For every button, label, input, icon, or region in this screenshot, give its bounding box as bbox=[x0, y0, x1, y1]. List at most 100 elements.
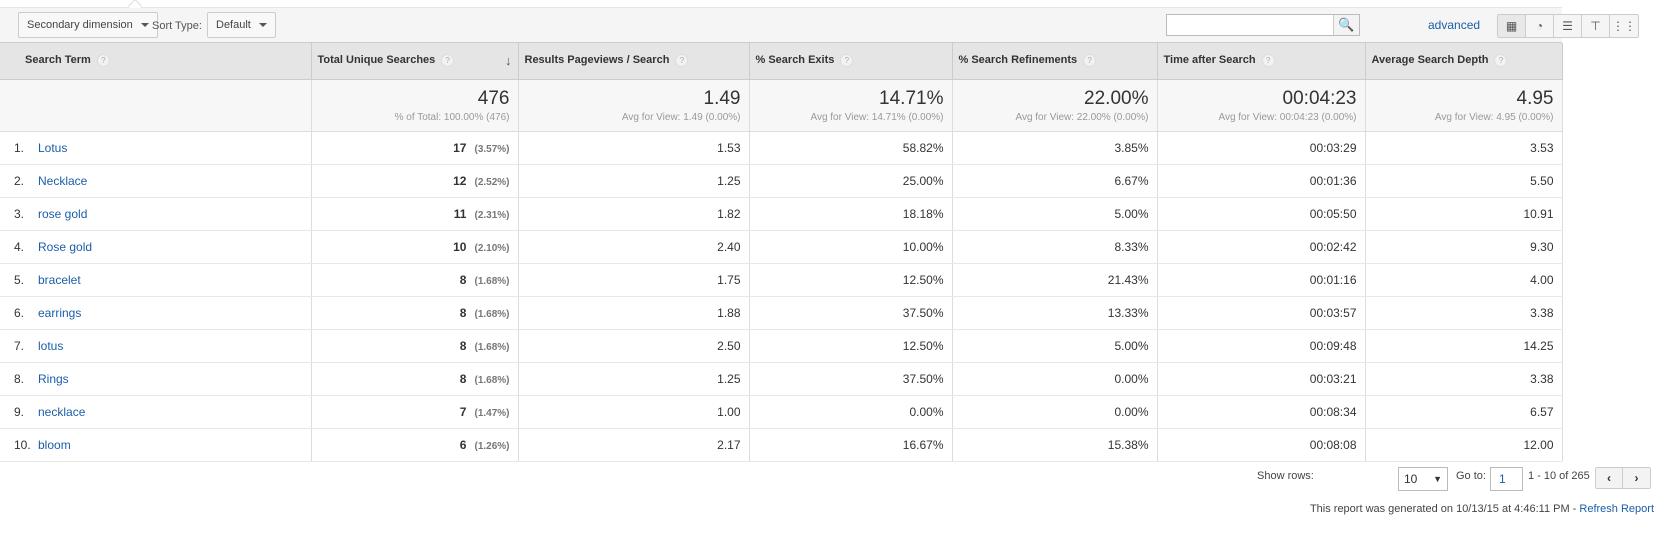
advanced-filter-link[interactable]: advanced bbox=[1428, 18, 1480, 32]
time-after-search-cell: 00:03:57 bbox=[1157, 296, 1365, 329]
search-refinements-cell: 5.00% bbox=[952, 197, 1157, 230]
refresh-report-link[interactable]: Refresh Report bbox=[1579, 503, 1654, 515]
table-row: 2.Necklace 12(2.52%) 1.25 25.00% 6.67% 0… bbox=[0, 164, 1562, 197]
help-icon[interactable]: ? bbox=[97, 54, 110, 67]
row-number: 2. bbox=[14, 174, 38, 188]
totals-cell: 476% of Total: 100.00% (476) bbox=[311, 79, 518, 131]
column-header[interactable]: Search Term? bbox=[0, 43, 311, 79]
results-pageviews-cell: 1.75 bbox=[518, 263, 749, 296]
search-exits-cell: 12.50% bbox=[749, 329, 952, 362]
comparison-view-icon[interactable]: ⊤ bbox=[1582, 15, 1610, 37]
unique-searches-percent: (1.68%) bbox=[474, 276, 509, 287]
row-number: 10. bbox=[14, 438, 38, 452]
search-term-link[interactable]: bracelet bbox=[38, 273, 81, 287]
column-header-label: Results Pageviews / Search bbox=[525, 54, 670, 66]
help-icon[interactable]: ? bbox=[441, 54, 454, 67]
unique-searches-cell: 17(3.57%) bbox=[311, 131, 518, 164]
table-row: 6.earrings 8(1.68%) 1.88 37.50% 13.33% 0… bbox=[0, 296, 1562, 329]
report-generated-text: This report was generated on 10/13/15 at… bbox=[1310, 503, 1654, 515]
unique-searches-value: 8 bbox=[460, 372, 467, 386]
total-subtext: % of Total: 100.00% (476) bbox=[320, 112, 510, 123]
search-term-link[interactable]: Rings bbox=[38, 372, 69, 386]
total-value: 00:04:23 bbox=[1166, 88, 1357, 110]
unique-searches-cell: 8 (1.68%) bbox=[311, 362, 518, 395]
search-depth-cell: 14.25 bbox=[1365, 329, 1562, 362]
unique-searches-cell: 8 (1.68%) bbox=[311, 263, 518, 296]
search-term-cell: 3.rose gold bbox=[0, 197, 311, 230]
search-term-cell: 1.Lotus bbox=[0, 131, 311, 164]
search-button[interactable]: 🔍 bbox=[1333, 15, 1359, 35]
help-icon[interactable]: ? bbox=[1262, 54, 1275, 67]
table-view-icon[interactable]: ▦ bbox=[1498, 15, 1526, 37]
search-term-cell: 5.bracelet bbox=[0, 263, 311, 296]
row-number: 7. bbox=[14, 339, 38, 353]
search-term-cell: 10.bloom bbox=[0, 428, 311, 461]
search-refinements-cell: 8.33% bbox=[952, 230, 1157, 263]
row-number: 5. bbox=[14, 273, 38, 287]
unique-searches-value: 10 bbox=[453, 240, 466, 254]
help-icon[interactable]: ? bbox=[1494, 54, 1507, 67]
unique-searches-value: 12 bbox=[453, 174, 466, 188]
row-number: 1. bbox=[14, 141, 38, 155]
unique-searches-cell: 6(1.26%) bbox=[311, 428, 518, 461]
search-depth-cell: 6.57 bbox=[1365, 395, 1562, 428]
unique-searches-percent: (1.68%) bbox=[474, 375, 509, 386]
table-row: 1.Lotus 17(3.57%) 1.53 58.82% 3.85% 00:0… bbox=[0, 131, 1562, 164]
show-rows-value: 10 bbox=[1404, 472, 1417, 486]
search-term-link[interactable]: rose gold bbox=[38, 207, 87, 221]
column-header[interactable]: Average Search Depth? bbox=[1365, 43, 1562, 79]
show-rows-select[interactable]: 10 bbox=[1398, 467, 1448, 491]
sort-type-label: Sort Type: bbox=[152, 20, 202, 32]
search-exits-cell: 37.50% bbox=[749, 296, 952, 329]
search-term-link[interactable]: Necklace bbox=[38, 174, 87, 188]
sort-type-dropdown[interactable]: Default bbox=[207, 12, 276, 38]
column-header[interactable]: Time after Search? bbox=[1157, 43, 1365, 79]
row-number: 4. bbox=[14, 240, 38, 254]
total-value: 4.95 bbox=[1374, 88, 1554, 110]
search-term-link[interactable]: Lotus bbox=[38, 141, 67, 155]
unique-searches-cell: 7(1.47%) bbox=[311, 395, 518, 428]
search-refinements-cell: 15.38% bbox=[952, 428, 1157, 461]
generated-text: This report was generated on 10/13/15 at… bbox=[1310, 503, 1579, 515]
column-header[interactable]: Total Unique Searches?↓ bbox=[311, 43, 518, 79]
table-row: 8.Rings 8(1.68%) 1.25 37.50% 0.00% 00:03… bbox=[0, 362, 1562, 395]
search-refinements-cell: 6.67% bbox=[952, 164, 1157, 197]
previous-page-button[interactable]: ‹ bbox=[1596, 468, 1623, 488]
unique-searches-value: 8 bbox=[460, 273, 467, 287]
goto-input[interactable]: 1 bbox=[1490, 467, 1523, 491]
goto-label: Go to: bbox=[1456, 470, 1486, 482]
help-icon[interactable]: ? bbox=[675, 54, 688, 67]
secondary-dimension-dropdown[interactable]: Secondary dimension bbox=[18, 12, 158, 38]
search-term-link[interactable]: necklace bbox=[38, 405, 85, 419]
chevron-down-icon bbox=[259, 23, 267, 27]
search-term-link[interactable]: lotus bbox=[38, 339, 63, 353]
search-term-link[interactable]: Rose gold bbox=[38, 240, 92, 254]
column-header[interactable]: Results Pageviews / Search? bbox=[518, 43, 749, 79]
table-row: 7.lotus 8(1.68%) 2.50 12.50% 5.00% 00:09… bbox=[0, 329, 1562, 362]
column-header-label: Average Search Depth bbox=[1372, 54, 1489, 66]
row-number: 9. bbox=[14, 405, 38, 419]
search-term-link[interactable]: bloom bbox=[38, 438, 71, 452]
column-header[interactable]: % Search Exits? bbox=[749, 43, 952, 79]
page-range: 1 - 10 of 265 bbox=[1528, 470, 1590, 482]
search-depth-cell: 10.91 bbox=[1365, 197, 1562, 230]
total-subtext: Avg for View: 22.00% (0.00%) bbox=[961, 112, 1149, 123]
help-icon[interactable]: ? bbox=[840, 54, 853, 67]
unique-searches-percent: (1.26%) bbox=[474, 441, 509, 452]
performance-view-icon[interactable]: ☰ bbox=[1554, 15, 1582, 37]
search-refinements-cell: 21.43% bbox=[952, 263, 1157, 296]
unique-searches-percent: (3.57%) bbox=[474, 144, 509, 155]
column-header[interactable]: % Search Refinements? bbox=[952, 43, 1157, 79]
next-page-button[interactable]: › bbox=[1623, 468, 1650, 488]
search-refinements-cell: 0.00% bbox=[952, 362, 1157, 395]
search-refinements-cell: 5.00% bbox=[952, 329, 1157, 362]
unique-searches-percent: (2.52%) bbox=[474, 177, 509, 188]
search-input[interactable]: 🔍 bbox=[1166, 14, 1360, 36]
data-table: Search Term?Total Unique Searches?↓Resul… bbox=[0, 43, 1563, 462]
help-icon[interactable]: ? bbox=[1083, 54, 1096, 67]
time-after-search-cell: 00:03:29 bbox=[1157, 131, 1365, 164]
unique-searches-cell: 12 (2.52%) bbox=[311, 164, 518, 197]
pie-view-icon[interactable]: ◔ bbox=[1526, 15, 1554, 37]
search-term-link[interactable]: earrings bbox=[38, 306, 81, 320]
pivot-view-icon[interactable]: ⋮⋮ bbox=[1610, 15, 1638, 37]
